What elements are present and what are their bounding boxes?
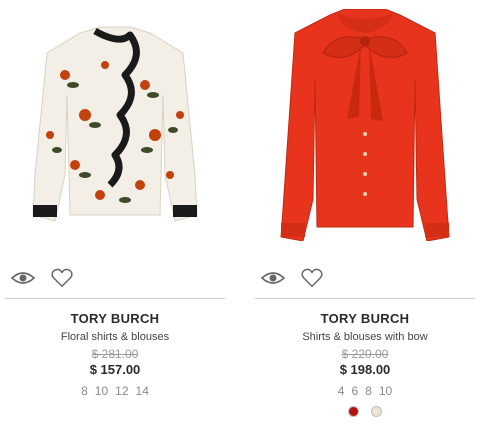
color-swatch-red[interactable]: [348, 406, 359, 417]
divider: [5, 298, 225, 299]
color-swatch-cream[interactable]: [371, 406, 382, 417]
product-old-price: $ 281.00: [91, 347, 139, 361]
eye-icon[interactable]: [11, 270, 35, 286]
product-new-price: $ 198.00: [339, 362, 391, 377]
product-brand[interactable]: TORY BURCH: [255, 311, 475, 326]
product-image-floral-blouse[interactable]: [5, 0, 225, 250]
product-image-bow-blouse[interactable]: [255, 0, 475, 250]
size-option[interactable]: 12: [115, 384, 128, 398]
product-actions: [5, 266, 225, 292]
size-option[interactable]: 10: [95, 384, 108, 398]
product-card-floral[interactable]: TORY BURCH Floral shirts & blouses $ 281…: [5, 0, 225, 427]
product-actions: [255, 266, 475, 292]
size-option[interactable]: 14: [136, 384, 149, 398]
product-category[interactable]: Floral shirts & blouses: [5, 331, 225, 343]
color-swatches: [255, 406, 475, 417]
product-new-price: $ 157.00: [89, 362, 141, 377]
size-option[interactable]: 6: [351, 384, 358, 398]
divider: [255, 298, 475, 299]
size-option[interactable]: 10: [379, 384, 392, 398]
size-option[interactable]: 8: [81, 384, 88, 398]
heart-icon[interactable]: [51, 267, 73, 289]
eye-icon[interactable]: [261, 270, 285, 286]
size-option[interactable]: 8: [365, 384, 372, 398]
heart-icon[interactable]: [301, 267, 323, 289]
product-sizes: 8 10 12 14: [5, 384, 225, 398]
size-option[interactable]: 4: [338, 384, 345, 398]
red-bow-blouse-image: [280, 9, 450, 241]
product-sizes: 4 6 8 10: [255, 384, 475, 398]
product-brand[interactable]: TORY BURCH: [5, 311, 225, 326]
product-old-price: $ 220.00: [341, 347, 389, 361]
floral-blouse-image: [32, 26, 198, 222]
product-card-bow[interactable]: TORY BURCH Shirts & blouses with bow $ 2…: [255, 0, 475, 427]
product-category[interactable]: Shirts & blouses with bow: [255, 331, 475, 343]
